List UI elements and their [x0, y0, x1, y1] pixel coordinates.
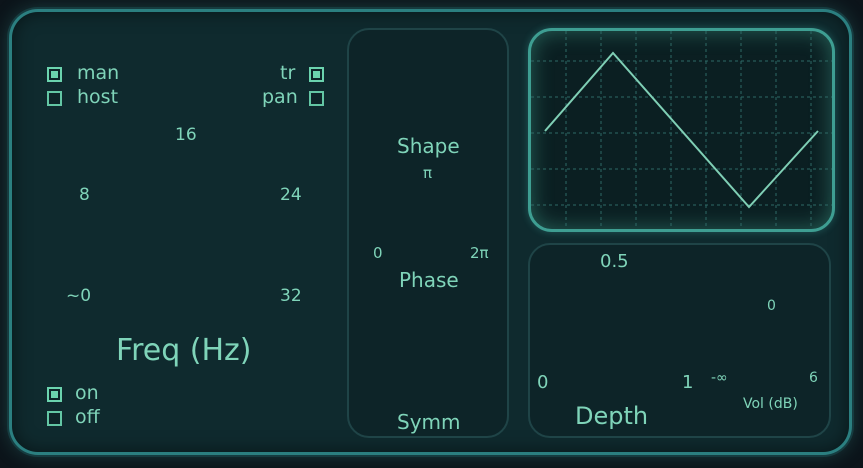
symm-label: Symm	[397, 410, 461, 434]
vol-mid-label: 0	[767, 298, 776, 314]
freq-tick-16: 16	[175, 125, 197, 145]
tr-label: tr	[280, 62, 296, 84]
waveform-display	[528, 28, 835, 232]
on-checkbox[interactable]	[47, 387, 62, 402]
phase-min-label: 0	[373, 244, 383, 262]
depth-mid-label: 0.5	[600, 251, 629, 272]
depth-min-label: 0	[537, 372, 549, 393]
tr-checkbox[interactable]	[309, 67, 324, 82]
man-label: man	[77, 62, 120, 84]
vol-min-label: -∞	[711, 370, 728, 386]
depth-max-label: 1	[682, 372, 694, 393]
freq-tick-24: 24	[280, 185, 302, 205]
off-label: off	[75, 406, 100, 428]
host-checkbox[interactable]	[47, 91, 62, 106]
on-label: on	[75, 382, 99, 404]
freq-tick-8: 8	[79, 185, 90, 205]
vol-max-label: 6	[809, 370, 818, 386]
shape-label: Shape	[397, 134, 460, 158]
freq-tick-32: 32	[280, 286, 302, 306]
phase-max-label: 2π	[470, 244, 489, 262]
host-label: host	[77, 86, 119, 108]
vol-label: Vol (dB)	[743, 396, 798, 412]
freq-tick-0: ~0	[66, 286, 92, 306]
phase-mid-label: π	[423, 164, 433, 182]
man-checkbox[interactable]	[47, 67, 62, 82]
phase-label: Phase	[399, 268, 459, 292]
waveform-trace	[544, 51, 819, 209]
depth-label: Depth	[575, 402, 649, 430]
freq-label: Freq (Hz)	[116, 333, 252, 368]
waveform-grid	[531, 31, 832, 229]
off-checkbox[interactable]	[47, 411, 62, 426]
pan-checkbox[interactable]	[309, 91, 324, 106]
pan-label: pan	[262, 86, 298, 108]
